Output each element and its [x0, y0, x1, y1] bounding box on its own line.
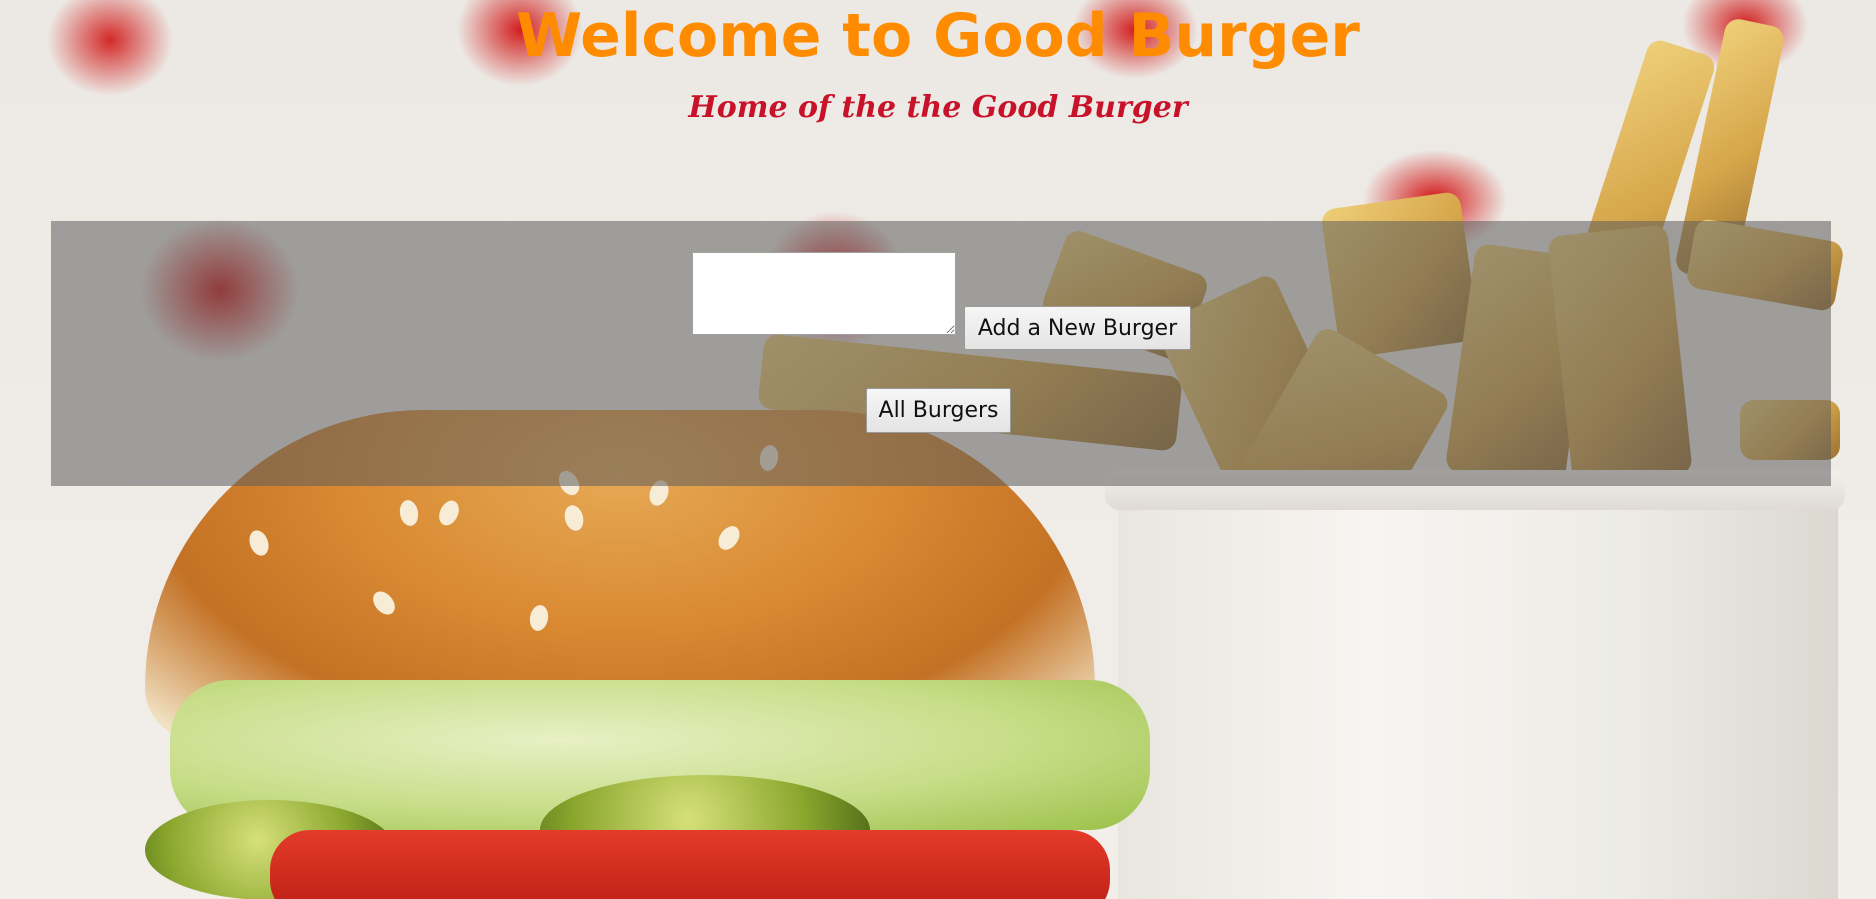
add-burger-button[interactable]: Add a New Burger: [964, 306, 1191, 350]
fry-cup: [1118, 470, 1838, 899]
page-title: Welcome to Good Burger: [516, 1, 1360, 71]
page-subtitle: Home of the the Good Burger: [688, 90, 1188, 125]
all-burgers-button[interactable]: All Burgers: [866, 388, 1011, 433]
burger-tomato: [270, 830, 1110, 899]
burger-name-input[interactable]: [692, 252, 956, 335]
